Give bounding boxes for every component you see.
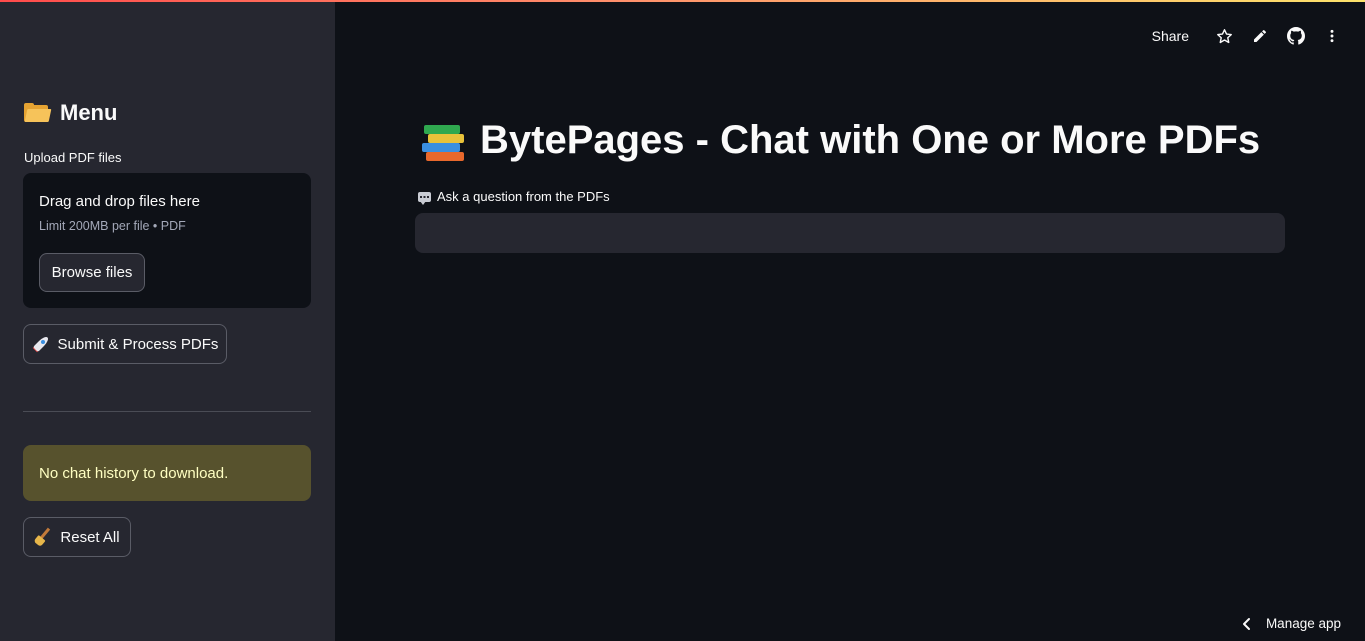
reset-all-button[interactable]: Reset All <box>23 517 131 557</box>
edit-pencil-icon[interactable] <box>1251 27 1269 45</box>
browse-files-button[interactable]: Browse files <box>39 253 145 292</box>
broom-icon <box>33 527 52 547</box>
page-title-text: BytePages - Chat with One or More PDFs <box>480 118 1261 162</box>
submit-process-label: Submit & Process PDFs <box>57 335 219 353</box>
sidebar-heading: Menu <box>24 100 117 126</box>
dropzone-title: Drag and drop files here <box>39 193 200 210</box>
submit-process-button[interactable]: Submit & Process PDFs <box>23 324 227 364</box>
question-label-text: Ask a question from the PDFs <box>437 189 610 204</box>
main-content <box>335 0 1365 641</box>
rocket-icon <box>32 335 50 353</box>
question-label: Ask a question from the PDFs <box>418 189 610 205</box>
github-icon[interactable] <box>1287 27 1305 45</box>
file-dropzone[interactable]: Drag and drop files here Limit 200MB per… <box>23 173 311 308</box>
chevron-left-icon <box>1242 617 1250 630</box>
sidebar-divider <box>23 411 311 412</box>
books-icon <box>420 120 466 162</box>
header-decoration-line <box>0 0 1365 2</box>
page-title: BytePages - Chat with One or More PDFs <box>420 118 1260 163</box>
folder-icon <box>24 103 52 123</box>
sidebar: Menu Upload PDF files Drag and drop file… <box>0 0 335 641</box>
sidebar-title: Menu <box>60 100 118 125</box>
more-vertical-icon[interactable] <box>1323 27 1341 45</box>
manage-app-label: Manage app <box>1265 616 1341 631</box>
upload-label: Upload PDF files <box>24 150 122 165</box>
star-icon[interactable] <box>1215 27 1233 45</box>
reset-all-label: Reset All <box>60 528 120 546</box>
speech-balloon-icon <box>418 191 431 205</box>
question-input[interactable] <box>415 213 1285 253</box>
chat-history-alert: No chat history to download. <box>23 445 311 501</box>
app-toolbar: Share <box>1152 24 1341 48</box>
dropzone-limit: Limit 200MB per file • PDF <box>39 219 186 233</box>
manage-app-button[interactable]: Manage app <box>1242 616 1341 631</box>
share-button[interactable]: Share <box>1152 28 1189 44</box>
